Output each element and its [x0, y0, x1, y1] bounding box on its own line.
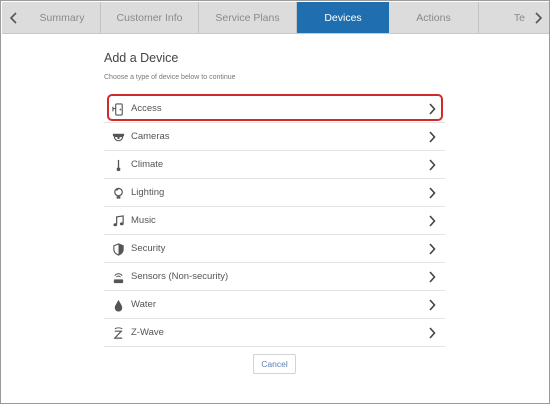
shield-icon — [111, 242, 125, 256]
scroll-left-button[interactable] — [2, 2, 24, 33]
tab-summary[interactable]: Summary — [24, 2, 101, 33]
device-row-access[interactable]: Access — [104, 95, 445, 123]
device-row-music[interactable]: Music — [104, 207, 445, 235]
page-subtitle: Choose a type of device below to continu… — [104, 74, 236, 81]
device-label: Water — [131, 299, 156, 310]
chevron-right-icon — [429, 327, 436, 339]
tab-overflow[interactable]: Te — [479, 2, 527, 33]
chevron-right-icon — [429, 243, 436, 255]
chevron-right-icon — [429, 299, 436, 311]
camera-icon — [111, 130, 125, 144]
chevron-right-icon — [429, 187, 436, 199]
chevron-right-icon — [534, 11, 542, 24]
tab-service-plans[interactable]: Service Plans — [199, 2, 297, 33]
device-label: Cameras — [131, 131, 170, 142]
chevron-left-icon — [9, 11, 17, 24]
device-row-cameras[interactable]: Cameras — [104, 123, 445, 151]
scroll-right-button[interactable] — [527, 2, 549, 33]
door-access-icon — [111, 102, 125, 116]
device-label: Security — [131, 243, 166, 254]
page-title: Add a Device — [104, 51, 179, 65]
device-label: Sensors (Non-security) — [131, 271, 229, 282]
tab-customer-info[interactable]: Customer Info — [101, 2, 199, 33]
device-label: Access — [131, 103, 162, 114]
device-label: Z-Wave — [131, 327, 164, 338]
window-frame: Summary Customer Info Service Plans Devi… — [0, 0, 550, 404]
music-note-icon — [111, 214, 125, 228]
device-label: Music — [131, 215, 156, 226]
water-drop-icon — [111, 298, 125, 312]
device-type-list: Access Cameras Climate Lighting Music Se… — [104, 95, 445, 347]
chevron-right-icon — [429, 159, 436, 171]
tab-bar: Summary Customer Info Service Plans Devi… — [2, 2, 549, 34]
tab-actions[interactable]: Actions — [389, 2, 479, 33]
chevron-right-icon — [429, 215, 436, 227]
device-row-sensors[interactable]: Sensors (Non-security) — [104, 263, 445, 291]
thermometer-icon — [111, 158, 125, 172]
sensor-icon — [111, 270, 125, 284]
device-row-lighting[interactable]: Lighting — [104, 179, 445, 207]
device-label: Lighting — [131, 187, 165, 198]
device-row-water[interactable]: Water — [104, 291, 445, 319]
device-row-climate[interactable]: Climate — [104, 151, 445, 179]
device-label: Climate — [131, 159, 164, 170]
z-wave-icon — [111, 326, 125, 340]
device-row-z-wave[interactable]: Z-Wave — [104, 319, 445, 347]
cancel-button[interactable]: Cancel — [253, 354, 296, 374]
chevron-right-icon — [429, 103, 436, 115]
tab-devices[interactable]: Devices — [297, 2, 389, 33]
chevron-right-icon — [429, 271, 436, 283]
light-bulb-icon — [111, 186, 125, 200]
device-row-security[interactable]: Security — [104, 235, 445, 263]
chevron-right-icon — [429, 131, 436, 143]
